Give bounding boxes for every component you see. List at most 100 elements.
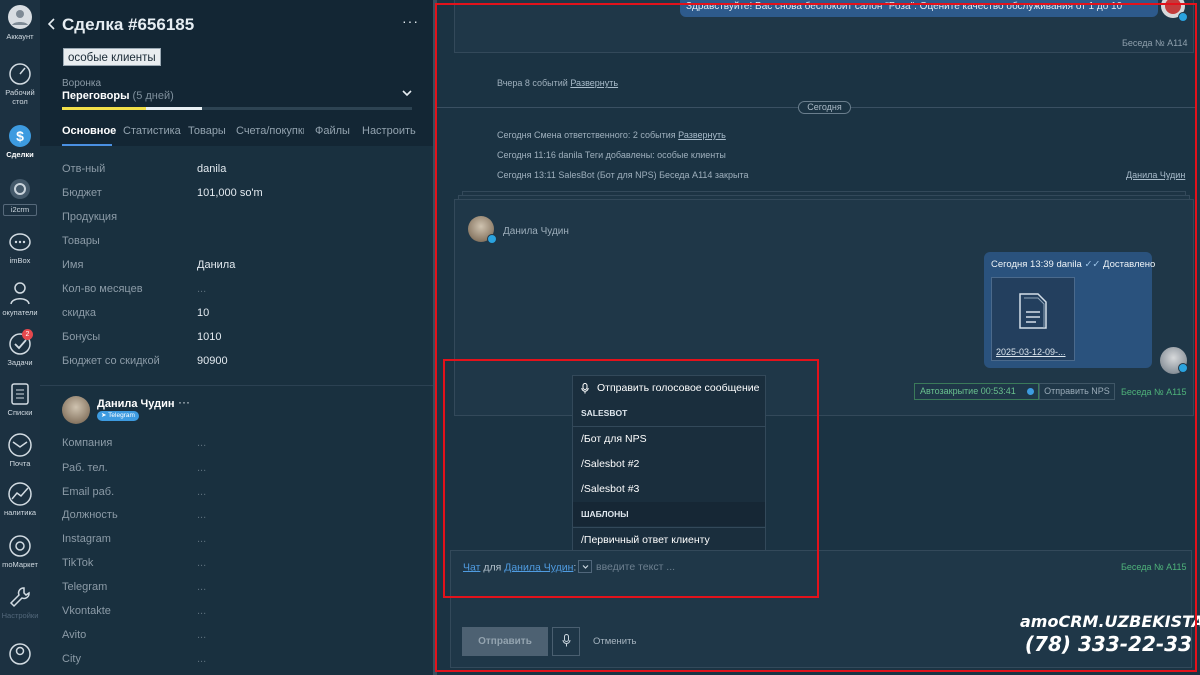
funnel-stage-name: Переговоры — [62, 90, 130, 102]
funnel-stage[interactable]: Переговоры (5 дней) — [62, 90, 174, 102]
send-nps-button[interactable]: Отправить NPS — [1039, 383, 1115, 400]
dropdown-section-salesbot: SALESBOT — [581, 408, 628, 418]
nav-mail-label: Почта — [9, 459, 31, 468]
field-label-discounted-budget: Бюджет со скидкой — [62, 355, 160, 367]
field-value-months[interactable]: ... — [197, 283, 206, 295]
expand-yesterday-link[interactable]: Развернуть — [570, 78, 618, 88]
tab-statistics[interactable]: Статистика — [123, 125, 181, 137]
nav-bottom[interactable] — [0, 642, 40, 666]
chat-bubble-icon — [9, 233, 31, 251]
deal-card-header: Сделка #656185 ··· особые клиенты Воронк… — [40, 0, 433, 146]
brand-name: amoCRM.UZBEKISTAN — [1020, 612, 1200, 631]
buyer-icon — [10, 282, 30, 305]
nav-buyers[interactable]: окупатели — [0, 280, 40, 317]
nav-imbox[interactable]: imBox — [0, 232, 40, 265]
contact-value-avito[interactable]: ... — [197, 629, 206, 641]
more-options-icon[interactable]: ··· — [402, 13, 419, 29]
list-icon — [11, 383, 29, 405]
tab-products[interactable]: Товары — [188, 125, 226, 137]
nav-lists-label: Списки — [7, 408, 33, 417]
voice-record-button[interactable] — [552, 627, 580, 656]
cancel-link[interactable]: Отменить — [593, 636, 636, 647]
contact-avatar[interactable] — [62, 396, 90, 424]
telegram-icon — [487, 234, 497, 244]
composer-recipient-link[interactable]: Данила Чудин — [504, 561, 573, 573]
tab-invoices[interactable]: Счета/покупки — [236, 125, 304, 137]
nav-i2crm[interactable]: i2crm — [0, 177, 40, 216]
contact-value-tiktok[interactable]: ... — [197, 557, 206, 569]
tab-settings[interactable]: Настроить — [362, 125, 416, 137]
field-value-name[interactable]: Данила — [197, 259, 235, 271]
dropdown-item-salesbot-3[interactable]: /Salesbot #3 — [573, 477, 765, 502]
double-check-icon: ✓✓ — [1084, 259, 1101, 270]
contact-name[interactable]: Данила Чудин — [97, 398, 174, 410]
event-tags-added: Сегодня 11:16 danila Теги добавлены: осо… — [497, 150, 726, 160]
contact-label-work-email: Email раб. — [62, 486, 115, 498]
contact-value-position[interactable]: ... — [197, 509, 206, 521]
nav-analytics[interactable]: налитика — [0, 482, 40, 517]
chat-contact-name: Данила Чудин — [503, 226, 569, 237]
tab-main[interactable]: Основное — [62, 125, 116, 137]
contact-value-instagram[interactable]: ... — [197, 533, 206, 545]
nav-mail[interactable]: Почта — [0, 433, 40, 468]
nav-settings[interactable]: Настройки — [0, 585, 40, 620]
nav-lists[interactable]: Списки — [0, 382, 40, 417]
contact-value-vkontakte[interactable]: ... — [197, 605, 206, 617]
left-navigation: Аккаунт Рабочий стол $ Сделки i2crm imBo… — [0, 0, 40, 675]
field-value-responsible[interactable]: danila — [197, 163, 226, 175]
field-label-bonus: Бонусы — [62, 331, 101, 343]
composer-mode-link[interactable]: Чат — [463, 561, 480, 573]
expand-responsible-link[interactable]: Развернуть — [678, 130, 726, 140]
field-value-discount[interactable]: 10 — [197, 307, 209, 319]
tab-files[interactable]: Файлы — [315, 125, 350, 137]
nav-buyers-label: окупатели — [2, 308, 38, 317]
composer-command-toggle[interactable] — [578, 560, 593, 573]
contact-value-city[interactable]: ... — [197, 653, 206, 665]
field-value-budget[interactable]: 101,000 so'm — [197, 187, 263, 199]
brand-phone: (78) 333-22-33 — [1024, 632, 1192, 656]
nav-deals[interactable]: $ Сделки — [0, 122, 40, 159]
contact-label-tiktok: TikTok — [62, 557, 94, 569]
contact-more-icon[interactable]: ··· — [178, 395, 190, 409]
nav-market-label: moМаркет — [2, 560, 38, 569]
field-value-discounted-budget[interactable]: 90900 — [197, 355, 228, 367]
section-divider — [40, 385, 433, 386]
event-author-link[interactable]: Данила Чудин — [1126, 170, 1185, 180]
contact-value-work-phone[interactable]: ... — [197, 462, 206, 474]
nav-market[interactable]: moМаркет — [0, 534, 40, 569]
dropdown-item-voice[interactable]: Отправить голосовое сообщение — [573, 376, 765, 401]
composer-text-input[interactable] — [596, 560, 796, 574]
nav-i2crm-label: i2crm — [3, 204, 37, 216]
speedometer-icon — [9, 63, 31, 85]
autoclose-text: Автозакрытие 00:53:41 — [920, 386, 1016, 396]
field-value-bonus[interactable]: 1010 — [197, 331, 221, 343]
chevron-down-icon[interactable] — [402, 89, 412, 97]
deal-tag[interactable]: особые клиенты — [63, 48, 161, 66]
nav-desk[interactable]: Рабочий стол — [0, 62, 40, 106]
nav-tasks[interactable]: 2 Задачи — [0, 329, 40, 367]
dropdown-item-salesbot-2[interactable]: /Salesbot #2 — [573, 452, 765, 477]
contact-label-position: Должность — [62, 509, 118, 521]
card-tabs: Основное Статистика Товары Счета/покупки… — [62, 125, 422, 146]
nav-analytics-label: налитика — [3, 508, 37, 517]
autoclose-timer[interactable]: Автозакрытие 00:53:41 — [914, 383, 1039, 400]
outgoing-message: Сегодня 13:39 danila ✓✓ Доставлено 2025-… — [984, 252, 1155, 368]
contact-label-company: Компания — [62, 437, 113, 449]
funnel-label: Воронка — [62, 78, 102, 89]
event-yesterday: Вчера 8 событий Развернуть — [497, 78, 618, 88]
dropdown-section-templates: ШАБЛОНЫ — [573, 502, 765, 526]
send-button[interactable]: Отправить — [462, 627, 548, 656]
telegram-badge-label: Telegram — [108, 412, 135, 419]
file-name[interactable]: 2025-03-12-09-... — [996, 347, 1066, 357]
outgoing-time: Сегодня 13:39 danila — [991, 259, 1082, 270]
deal-title: Сделка #656185 — [62, 15, 195, 34]
dropdown-item-bot-nps[interactable]: /Бот для NPS — [573, 427, 765, 452]
nav-tasks-label: Задачи — [7, 358, 33, 367]
nav-desk-label: Рабочий стол — [5, 88, 35, 106]
contact-value-company[interactable]: ... — [197, 437, 206, 449]
contact-value-telegram[interactable]: ... — [197, 581, 206, 593]
file-attachment[interactable]: 2025-03-12-09-... — [991, 277, 1075, 361]
nav-account[interactable]: Аккаунт — [0, 4, 40, 41]
contact-value-work-email[interactable]: ... — [197, 486, 206, 498]
chevron-left-icon[interactable] — [48, 18, 56, 30]
